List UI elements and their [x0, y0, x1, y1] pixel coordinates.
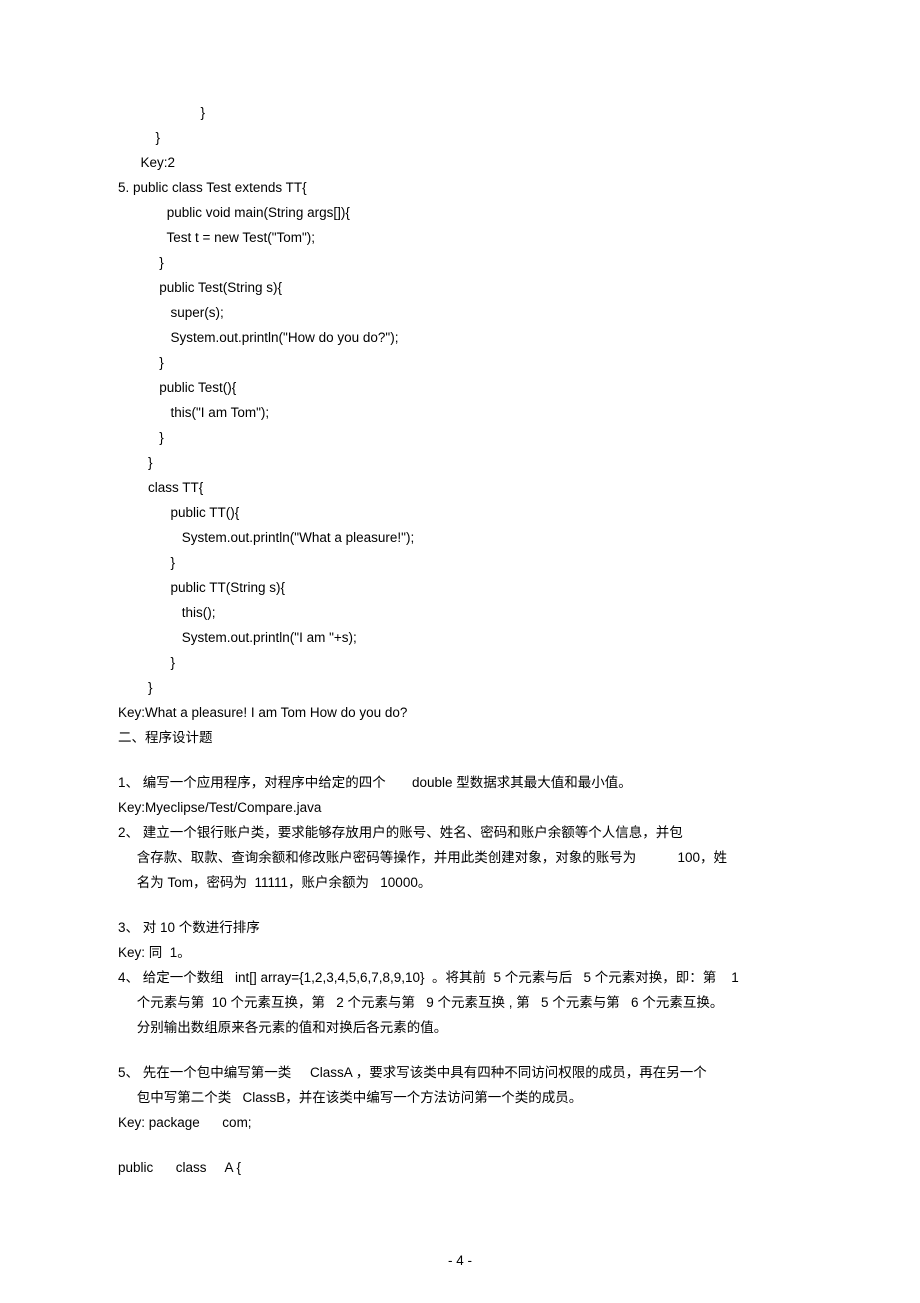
code-line: public Test(){ — [118, 375, 802, 400]
question-text: 5、 先在一个包中编写第一类 ClassA ，要求写该类中具有四种不同访问权限的… — [118, 1060, 802, 1085]
code-line: } — [118, 650, 802, 675]
code-line: public TT(String s){ — [118, 575, 802, 600]
answer-key: Key:Myeclipse/Test/Compare.java — [118, 795, 802, 820]
code-line: Test t = new Test("Tom"); — [118, 225, 802, 250]
question-text: 分别输出数组原来各元素的值和对换后各元素的值。 — [118, 1015, 802, 1040]
question-text: 3、 对 10 个数进行排序 — [118, 915, 802, 940]
answer-key: Key: 同 1。 — [118, 940, 802, 965]
spacer — [118, 1040, 802, 1060]
question-text: 2、 建立一个银行账户类，要求能够存放用户的账号、姓名、密码和账户余额等个人信息… — [118, 820, 802, 845]
page-number: - 4 - — [0, 1248, 920, 1273]
question-text: 4、 给定一个数组 int[] array={1,2,3,4,5,6,7,8,9… — [118, 965, 802, 990]
question-text: 1、 编写一个应用程序，对程序中给定的四个 double 型数据求其最大值和最小… — [118, 770, 802, 795]
spacer — [118, 895, 802, 915]
code-line: Key:2 — [118, 150, 802, 175]
code-line: class TT{ — [118, 475, 802, 500]
question-text: 包中写第二个类 ClassB，并在该类中编写一个方法访问第一个类的成员。 — [118, 1085, 802, 1110]
code-line: } — [118, 425, 802, 450]
code-line: System.out.println("What a pleasure!"); — [118, 525, 802, 550]
code-line: } — [118, 250, 802, 275]
question-text: 名为 Tom，密码为 11111，账户余额为 10000。 — [118, 870, 802, 895]
code-line: public void main(String args[]){ — [118, 200, 802, 225]
question-text: 个元素与第 10 个元素互换，第 2 个元素与第 9 个元素互换 , 第 5 个… — [118, 990, 802, 1015]
code-line: } — [118, 125, 802, 150]
code-line: } — [118, 550, 802, 575]
code-line: this(); — [118, 600, 802, 625]
answer-key: Key: package com; — [118, 1110, 802, 1135]
code-line: } — [118, 100, 802, 125]
code-line: 5. public class Test extends TT{ — [118, 175, 802, 200]
page: } } Key:2 5. public class Test extends T… — [0, 0, 920, 1303]
code-line: super(s); — [118, 300, 802, 325]
code-line: System.out.println("I am "+s); — [118, 625, 802, 650]
spacer — [118, 1135, 802, 1155]
code-line: public TT(){ — [118, 500, 802, 525]
spacer — [118, 750, 802, 770]
code-line: this("I am Tom"); — [118, 400, 802, 425]
code-line: } — [118, 450, 802, 475]
code-line: } — [118, 675, 802, 700]
code-line: public Test(String s){ — [118, 275, 802, 300]
section-title: 二、程序设计题 — [118, 725, 802, 750]
answer-key: Key:What a pleasure! I am Tom How do you… — [118, 700, 802, 725]
code-line: } — [118, 350, 802, 375]
question-text: 含存款、取款、查询余额和修改账户密码等操作，并用此类创建对象，对象的账号为 10… — [118, 845, 802, 870]
code-line: public class A { — [118, 1155, 802, 1180]
code-line: System.out.println("How do you do?"); — [118, 325, 802, 350]
